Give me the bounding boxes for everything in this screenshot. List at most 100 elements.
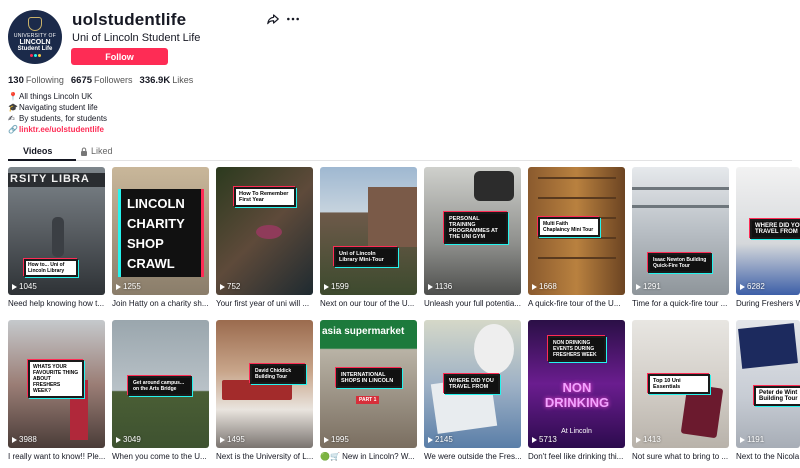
profile-header: UNIVERSITY OF LINCOLN Student Life uolst… — [8, 8, 792, 135]
video-thumbnail[interactable]: Uni of Lincoln Library Mini-Tour 1599 — [320, 167, 417, 295]
video-caption: Unleash your full potentia... — [424, 299, 521, 308]
video-thumbnail[interactable]: Isaac Newton Building Quick-Fire Tour 12… — [632, 167, 729, 295]
video-card[interactable]: WHATS YOUR FAVOURITE THING ABOUT FRESHER… — [8, 320, 105, 461]
play-icon — [428, 283, 433, 290]
video-sticker: Get around campus... on the Arts Bridge — [128, 376, 192, 396]
overlay-text: RSITY LIBRA — [8, 173, 105, 187]
video-caption: I really want to know!! Ple... — [8, 452, 105, 461]
avatar-text-2: LINCOLN — [19, 39, 51, 46]
video-thumbnail[interactable]: Peter de Wint Building Tour 1191 — [736, 320, 800, 448]
profile-tabs: Videos Liked — [8, 143, 792, 161]
username: uolstudentlife — [72, 10, 187, 29]
profile-bio: 📍 All things Lincoln UK 🎓 Navigating stude… — [8, 92, 108, 135]
view-count: 1136 — [428, 282, 452, 291]
stat-followers[interactable]: 6675 Followers — [71, 75, 133, 86]
tab-liked[interactable]: Liked — [80, 146, 113, 156]
video-thumbnail[interactable]: WHATS YOUR FAVOURITE THING ABOUT FRESHER… — [8, 320, 105, 448]
video-card[interactable]: NON DRINKING EVENTS DURING FRESHERS WEEK… — [528, 320, 625, 461]
video-card[interactable]: Peter de Wint Building Tour 1191 Next to… — [736, 320, 800, 461]
play-icon — [324, 436, 329, 443]
video-sticker: How To Remember First Year — [234, 187, 296, 207]
video-thumbnail[interactable]: asia supermarket INTERNATIONAL SHOPS IN … — [320, 320, 417, 448]
video-thumbnail[interactable]: LINCOLN CHARITY SHOP CRAWL 1255 — [112, 167, 209, 295]
video-caption: Don't feel like drinking thi... — [528, 452, 624, 461]
play-icon — [220, 283, 225, 290]
view-count: 752 — [220, 282, 240, 291]
video-thumbnail[interactable]: PERSONAL TRAINING PROGRAMMES AT THE UNI … — [424, 167, 521, 295]
video-card[interactable]: RSITY LIBRA How to... Uni of Lincoln Lib… — [8, 167, 105, 308]
writing-hand-icon: ✍ — [8, 114, 15, 123]
video-thumbnail[interactable]: NON DRINKING EVENTS DURING FRESHERS WEEK… — [528, 320, 625, 448]
view-count: 5713 — [532, 435, 557, 444]
video-caption: When you come to the U... — [112, 452, 207, 461]
view-count: 1995 — [324, 435, 349, 444]
lock-icon — [81, 147, 87, 156]
link-icon: 🔗 — [8, 125, 18, 134]
follow-button[interactable]: Follow — [71, 48, 168, 65]
play-icon — [428, 436, 433, 443]
video-thumbnail[interactable]: Top 10 Uni Essentials 1413 — [632, 320, 729, 448]
more-icon[interactable] — [286, 13, 300, 25]
play-icon — [532, 436, 537, 443]
view-count: 1599 — [324, 282, 349, 291]
share-icon[interactable] — [266, 12, 280, 26]
view-count: 6282 — [740, 282, 765, 291]
video-thumbnail[interactable]: WHERE DID YOU TRAVEL FROM 6282 — [736, 167, 800, 295]
display-name: Uni of Lincoln Student Life — [72, 32, 201, 44]
avatar-dots — [29, 54, 41, 57]
play-icon — [12, 283, 17, 290]
video-card[interactable]: David Chiddick Building Tour 1495 Next i… — [216, 320, 313, 461]
play-icon — [532, 283, 537, 290]
view-count: 3988 — [12, 435, 37, 444]
video-thumbnail[interactable]: Multi Faith Chaplaincy Mini Tour 1668 — [528, 167, 625, 295]
video-thumbnail[interactable]: How To Remember First Year 752 — [216, 167, 313, 295]
video-card[interactable]: Get around campus... on the Arts Bridge … — [112, 320, 209, 461]
video-thumbnail[interactable]: RSITY LIBRA How to... Uni of Lincoln Lib… — [8, 167, 105, 295]
view-count: 1191 — [740, 435, 764, 444]
video-sticker: How to... Uni of Lincoln Library — [24, 259, 78, 277]
video-card[interactable]: LINCOLN CHARITY SHOP CRAWL 1255 Join Hat… — [112, 167, 209, 308]
video-title-card: LINCOLN CHARITY SHOP CRAWL — [121, 189, 201, 277]
video-sticker: Uni of Lincoln Library Mini-Tour — [334, 247, 398, 267]
video-card[interactable]: Top 10 Uni Essentials 1413 Not sure what… — [632, 320, 729, 461]
view-count: 1495 — [220, 435, 245, 444]
video-card[interactable]: How To Remember First Year 752 Your firs… — [216, 167, 313, 308]
video-thumbnail[interactable]: WHERE DID YOU TRAVEL FROM 2145 — [424, 320, 521, 448]
view-count: 1668 — [532, 282, 557, 291]
play-icon — [116, 283, 121, 290]
video-caption: Next on our tour of the U... — [320, 299, 415, 308]
video-card[interactable]: asia supermarket INTERNATIONAL SHOPS IN … — [320, 320, 417, 461]
view-count: 1045 — [12, 282, 37, 291]
video-card[interactable]: PERSONAL TRAINING PROGRAMMES AT THE UNI … — [424, 167, 521, 308]
video-caption: During Freshers W — [736, 299, 800, 308]
video-sticker: Multi Faith Chaplaincy Mini Tour — [538, 217, 600, 237]
video-caption: Time for a quick-fire tour ... — [632, 299, 728, 308]
video-caption: Next is the University of L... — [216, 452, 313, 461]
stat-following[interactable]: 130 Following — [8, 75, 64, 86]
video-card[interactable]: WHERE DID YOU TRAVEL FROM 2145 We were o… — [424, 320, 521, 461]
play-icon — [12, 436, 17, 443]
video-card[interactable]: Uni of Lincoln Library Mini-Tour 1599 Ne… — [320, 167, 417, 308]
avatar[interactable]: UNIVERSITY OF LINCOLN Student Life — [8, 10, 62, 64]
profile-link[interactable]: 🔗 linktr.ee/uolstudentlife — [8, 124, 107, 135]
video-sticker: INTERNATIONAL SHOPS IN LINCOLN — [336, 368, 402, 388]
crest-icon — [28, 17, 42, 31]
profile-stats: 130 Following 6675 Followers 336.9K Likes — [8, 75, 193, 86]
play-icon — [116, 436, 121, 443]
video-caption: Join Hatty on a charity sh... — [112, 299, 209, 308]
video-thumbnail[interactable]: Get around campus... on the Arts Bridge … — [112, 320, 209, 448]
view-count: 1255 — [116, 282, 141, 291]
video-caption: Not sure what to bring to ... — [632, 452, 729, 461]
video-card[interactable]: Isaac Newton Building Quick-Fire Tour 12… — [632, 167, 729, 308]
video-caption: A quick-fire tour of the U... — [528, 299, 621, 308]
view-count: 2145 — [428, 435, 453, 444]
video-caption: Need help knowing how t... — [8, 299, 105, 308]
tab-videos[interactable]: Videos — [23, 146, 52, 156]
video-card[interactable]: WHERE DID YOU TRAVEL FROM 6282 During Fr… — [736, 167, 800, 308]
map-pin-icon: 📍 — [8, 92, 18, 101]
overlay-text: asia supermarket — [322, 326, 405, 337]
overlay-text: At Lincoln — [561, 428, 592, 435]
play-icon — [636, 283, 641, 290]
video-card[interactable]: Multi Faith Chaplaincy Mini Tour 1668 A … — [528, 167, 625, 308]
video-thumbnail[interactable]: David Chiddick Building Tour 1495 — [216, 320, 313, 448]
